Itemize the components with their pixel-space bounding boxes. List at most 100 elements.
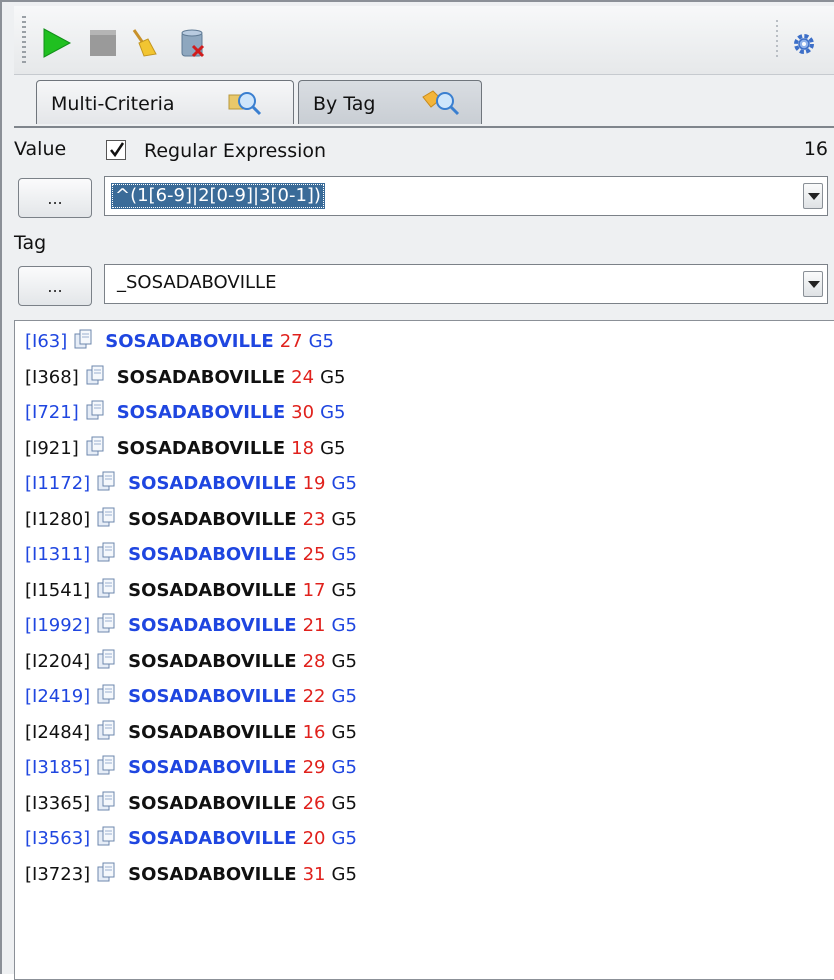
list-item-age: 24 [291,366,315,388]
list-item[interactable]: [I2484] SOSADABOVILLE 16 G5 [25,716,357,750]
list-item-name: SOSADABOVILLE [128,615,297,636]
document-icon [96,790,118,812]
list-item-id: [I368] [25,366,79,388]
play-icon[interactable] [40,26,74,60]
toolbar-grip[interactable] [22,16,26,66]
list-item-age: 18 [291,437,315,459]
list-item-age: 28 [302,650,326,672]
chevron-down-icon[interactable] [803,183,823,209]
document-icon [96,612,118,634]
list-item[interactable]: [I721] SOSADABOVILLE 30 G5 [25,396,345,430]
document-icon [73,328,95,350]
list-item-id: [I3723] [25,863,91,885]
regex-label[interactable]: Regular Expression [144,140,326,162]
document-icon [96,470,118,492]
list-item-age: 22 [302,686,326,707]
stop-icon[interactable] [86,26,120,60]
list-item-generation: G5 [331,473,357,494]
tag-label: Tag [14,232,47,254]
document-icon [96,861,118,883]
value-label: Value [14,138,67,160]
database-clear-icon[interactable] [176,26,210,60]
tag-browse-button[interactable]: ... [18,266,92,306]
tab-by-tag-label: By Tag [313,93,376,115]
list-item-age: 16 [302,721,326,743]
list-item[interactable]: [I3563] SOSADABOVILLE 20 G5 [25,822,357,856]
list-item-generation: G5 [331,544,357,565]
document-icon [85,399,107,421]
regex-checkbox[interactable] [106,140,126,160]
list-item-name: SOSADABOVILLE [116,366,286,388]
list-item-id: [I1280] [25,508,91,530]
list-item[interactable]: [I368] SOSADABOVILLE 24 G5 [25,361,345,395]
toolbar [14,6,834,75]
gear-icon[interactable] [790,30,818,58]
document-icon [96,754,118,776]
list-item-name: SOSADABOVILLE [128,792,297,814]
tab-multi-criteria-label: Multi-Criteria [51,93,175,115]
search-icon [227,89,263,117]
document-icon [96,577,118,599]
top-border [2,0,834,2]
list-item-name: SOSADABOVILLE [128,721,297,743]
list-item-id: [I3563] [25,828,91,849]
list-item[interactable]: [I2204] SOSADABOVILLE 28 G5 [25,645,357,679]
list-item-id: [I1311] [25,544,91,565]
document-icon [85,435,107,457]
list-item[interactable]: [I1311] SOSADABOVILLE 25 G5 [25,538,357,572]
list-item-id: [I3365] [25,792,91,814]
list-item-age: 31 [302,863,326,885]
tag-value[interactable]: _SOSADABOVILLE [117,272,276,293]
list-item-name: SOSADABOVILLE [128,544,297,565]
list-item[interactable]: [I921] SOSADABOVILLE 18 G5 [25,432,345,466]
list-item-name: SOSADABOVILLE [128,650,297,672]
list-item-id: [I2484] [25,721,91,743]
list-item-id: [I921] [25,437,79,459]
list-item-generation: G5 [331,508,357,530]
list-item[interactable]: [I1280] SOSADABOVILLE 23 G5 [25,503,357,537]
list-item[interactable]: [I3723] SOSADABOVILLE 31 G5 [25,858,357,892]
list-item[interactable]: [I3185] SOSADABOVILLE 29 G5 [25,751,357,785]
tab-bar: Multi-Criteria By Tag [14,74,834,128]
list-item-generation: G5 [331,615,357,636]
document-icon [96,825,118,847]
chevron-down-icon[interactable] [803,271,823,297]
list-item[interactable]: [I3365] SOSADABOVILLE 26 G5 [25,787,357,821]
list-item[interactable]: [I63] SOSADABOVILLE 27 G5 [25,325,334,359]
list-item-name: SOSADABOVILLE [128,863,297,885]
document-icon [96,648,118,670]
list-item-name: SOSADABOVILLE [128,757,297,778]
list-item-name: SOSADABOVILLE [128,828,297,849]
list-item-id: [I1172] [25,473,91,494]
list-item[interactable]: [I1172] SOSADABOVILLE 19 G5 [25,467,357,501]
list-item-generation: G5 [331,686,357,707]
results-list[interactable]: [I63] SOSADABOVILLE 27 G5 [I368] SOSADABOVILL… [14,320,834,980]
list-item-generation: G5 [331,579,357,601]
list-item-name: SOSADABOVILLE [116,402,286,423]
document-icon [96,506,118,528]
list-item[interactable]: [I1541] SOSADABOVILLE 17 G5 [25,574,357,608]
list-item-age: 19 [302,473,326,494]
list-item[interactable]: [I2419] SOSADABOVILLE 22 G5 [25,680,357,714]
list-item-age: 21 [302,615,326,636]
list-item-generation: G5 [331,757,357,778]
value-input-selected-text[interactable]: ^(1[6-9]|2[0-9]|3[0-1]) [111,183,325,209]
list-item-generation: G5 [320,366,346,388]
list-item-age: 29 [302,757,326,778]
list-item-generation: G5 [320,437,346,459]
result-count: 16 [803,138,828,160]
list-item-generation: G5 [331,650,357,672]
tag-combobox[interactable]: _SOSADABOVILLE [104,264,828,304]
list-item[interactable]: [I1992] SOSADABOVILLE 21 G5 [25,609,357,643]
list-item-id: [I1541] [25,579,91,601]
tab-by-tag[interactable]: By Tag [298,80,482,124]
document-icon [85,364,107,386]
value-browse-button[interactable]: ... [18,178,92,218]
broom-icon[interactable] [126,26,160,60]
tab-multi-criteria[interactable]: Multi-Criteria [36,80,294,124]
toolbar-separator [776,20,778,60]
list-item-name: SOSADABOVILLE [105,331,274,352]
document-icon [96,541,118,563]
value-combobox[interactable]: ^(1[6-9]|2[0-9]|3[0-1]) [104,176,828,216]
list-item-id: [I63] [25,331,68,352]
